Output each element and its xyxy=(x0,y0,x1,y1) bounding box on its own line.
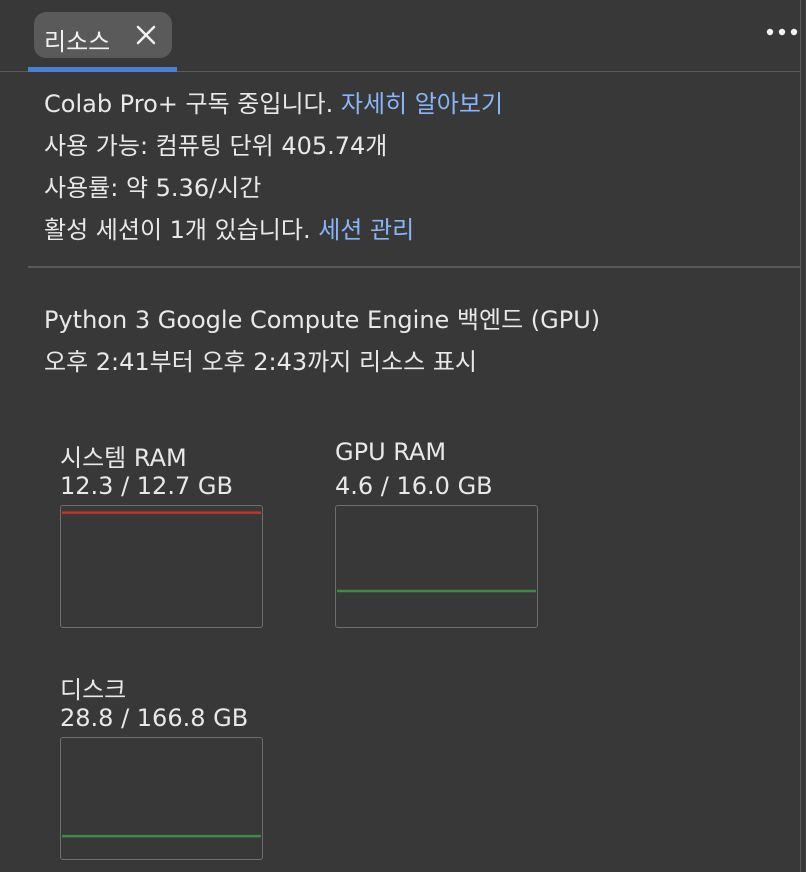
system-ram-value: 12.3 / 12.7 GB xyxy=(60,472,233,500)
tab-resources[interactable]: 리소스 xyxy=(34,12,172,58)
available-units: 사용 가능: 컴퓨팅 단위 405.74개 xyxy=(44,132,388,160)
usage-rate: 사용률: 약 5.36/시간 xyxy=(44,174,262,202)
backend-title: Python 3 Google Compute Engine 백엔드 (GPU) xyxy=(44,306,601,334)
more-options-icon[interactable] xyxy=(764,20,800,44)
tab-label: 리소스 xyxy=(44,28,111,56)
tab-bar: 리소스 xyxy=(0,0,800,72)
disk-value: 28.8 / 166.8 GB xyxy=(60,704,249,732)
gpu-ram-graph xyxy=(335,505,538,628)
learn-more-link[interactable]: 자세히 알아보기 xyxy=(341,90,503,118)
active-sessions-line: 활성 세션이 1개 있습니다. 세션 관리 xyxy=(44,216,414,244)
gpu-ram-value: 4.6 / 16.0 GB xyxy=(335,472,493,500)
close-icon[interactable] xyxy=(134,23,158,47)
disk-label: 디스크 xyxy=(60,676,127,704)
time-range: 오후 2:41부터 오후 2:43까지 리소스 표시 xyxy=(44,348,477,376)
subscription-text: Colab Pro+ 구독 중입니다. xyxy=(44,90,341,118)
active-tab-indicator xyxy=(28,67,177,72)
manage-sessions-link[interactable]: 세션 관리 xyxy=(318,216,414,244)
divider xyxy=(28,266,800,268)
subscription-line: Colab Pro+ 구독 중입니다. 자세히 알아보기 xyxy=(44,90,503,118)
gpu-ram-label: GPU RAM xyxy=(335,438,447,466)
system-ram-graph xyxy=(60,505,263,628)
active-sessions-text: 활성 세션이 1개 있습니다. xyxy=(44,216,319,244)
disk-graph xyxy=(60,737,263,860)
resources-panel: 리소스 Colab Pro+ 구독 중입니다. 자세히 알아보기 사용 가능: … xyxy=(0,0,801,872)
system-ram-label: 시스템 RAM xyxy=(60,444,187,472)
